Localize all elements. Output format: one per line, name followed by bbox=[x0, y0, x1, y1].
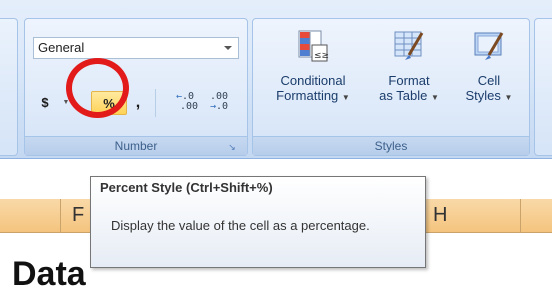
percent-style-button[interactable]: % bbox=[91, 91, 127, 115]
comma-style-button[interactable]: , bbox=[131, 91, 145, 115]
conditional-formatting-line2: Formatting bbox=[276, 88, 339, 103]
column-divider bbox=[520, 199, 521, 232]
format-as-table-icon bbox=[392, 29, 426, 63]
cell-styles-button[interactable]: Cell Styles ▼ bbox=[449, 29, 529, 105]
increase-decimal-bottom: .00 bbox=[179, 101, 199, 112]
next-group bbox=[534, 18, 552, 156]
styles-group: ≤≥ Conditional Formatting ▼ Format as Ta… bbox=[252, 18, 530, 156]
chevron-down-icon: ▼ bbox=[504, 93, 513, 102]
cell-styles-icon bbox=[472, 29, 506, 63]
number-group: General $ ▼ % , ←.0 .00 .00 →.0 Number ↘ bbox=[24, 18, 248, 156]
number-format-value: General bbox=[38, 40, 85, 55]
increase-decimal-button[interactable]: ←.0 .00 bbox=[169, 91, 201, 115]
column-header-h[interactable]: H bbox=[433, 199, 447, 232]
ribbon: General $ ▼ % , ←.0 .00 .00 →.0 Number ↘ bbox=[0, 0, 552, 159]
conditional-formatting-button[interactable]: ≤≥ Conditional Formatting ▼ bbox=[261, 29, 365, 105]
chevron-down-icon[interactable] bbox=[224, 46, 232, 50]
conditional-formatting-icon: ≤≥ bbox=[296, 29, 330, 63]
format-as-table-line1: Format bbox=[388, 73, 430, 88]
decrease-decimal-bottom: .0 bbox=[215, 101, 229, 112]
chevron-down-icon: ▼ bbox=[341, 93, 350, 102]
tooltip-title: Percent Style (Ctrl+Shift+%) bbox=[100, 180, 273, 195]
accounting-format-button[interactable]: $ bbox=[33, 91, 57, 115]
decrease-decimal-button[interactable]: .00 →.0 bbox=[203, 91, 235, 115]
chevron-down-icon: ▼ bbox=[430, 93, 439, 102]
divider bbox=[155, 89, 156, 117]
cell-styles-line1: Cell bbox=[477, 73, 501, 88]
format-as-table-button[interactable]: Format as Table ▼ bbox=[367, 29, 451, 105]
svg-text:≤≥: ≤≥ bbox=[314, 51, 329, 61]
number-group-label: Number ↘ bbox=[25, 136, 247, 155]
styles-group-label: Styles bbox=[253, 136, 529, 155]
cell-text[interactable]: Data bbox=[12, 257, 86, 291]
column-divider bbox=[60, 199, 61, 232]
tooltip-body: Display the value of the cell as a perce… bbox=[111, 218, 370, 233]
accounting-dropdown-icon[interactable]: ▼ bbox=[61, 91, 71, 115]
previous-group bbox=[0, 18, 18, 156]
dialog-launcher-icon[interactable]: ↘ bbox=[227, 142, 237, 152]
cell-styles-line2: Styles bbox=[465, 88, 501, 103]
format-as-table-line2: as Table bbox=[379, 88, 428, 103]
styles-group-label-text: Styles bbox=[374, 139, 408, 153]
number-format-dropdown[interactable]: General bbox=[33, 37, 239, 59]
conditional-formatting-line1: Conditional bbox=[280, 73, 346, 88]
column-header-f[interactable]: F bbox=[72, 199, 84, 232]
tooltip: Percent Style (Ctrl+Shift+%) Display the… bbox=[90, 176, 426, 268]
number-group-label-text: Number bbox=[114, 139, 158, 153]
